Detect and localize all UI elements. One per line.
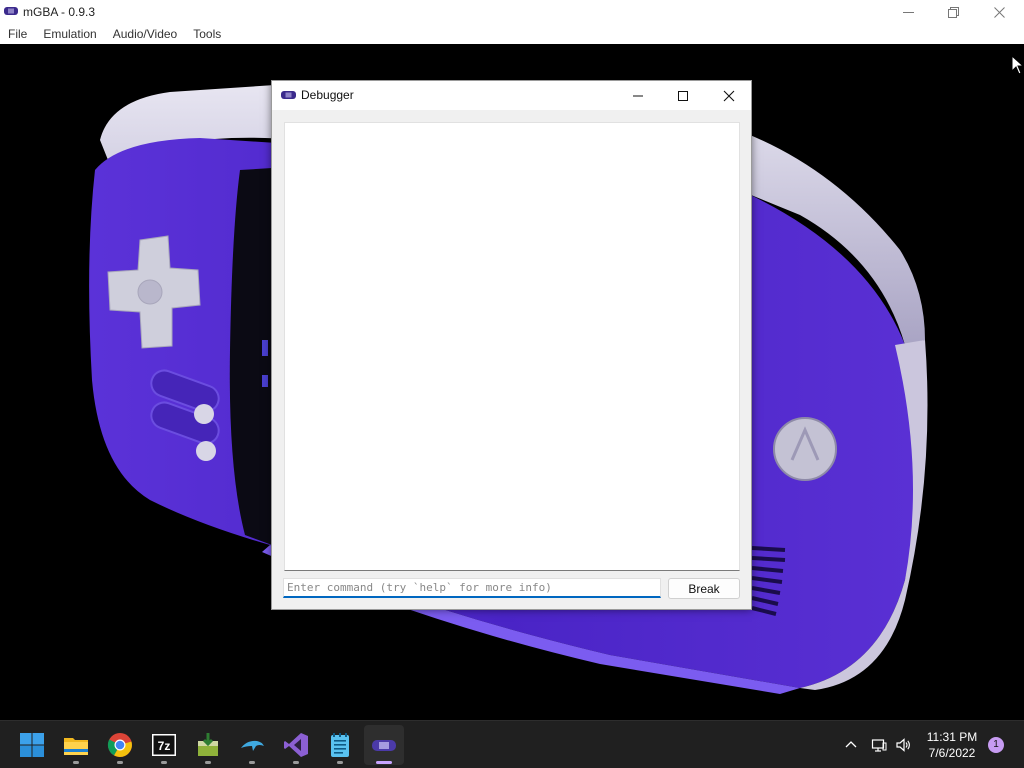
installer-icon [198, 733, 218, 756]
running-indicator [293, 761, 299, 764]
notification-badge[interactable]: 1 [988, 737, 1004, 753]
taskbar-dolphin[interactable] [232, 725, 272, 765]
taskbar-installer[interactable] [188, 725, 228, 765]
debugger-command-input[interactable] [283, 578, 661, 598]
7zip-icon: 7z [152, 734, 176, 756]
minimize-icon [633, 95, 643, 96]
taskbar-visual-studio[interactable] [276, 725, 316, 765]
minimize-icon [902, 11, 914, 13]
close-icon [993, 6, 1005, 18]
show-hidden-icons-button[interactable] [841, 735, 861, 755]
restore-button[interactable] [930, 0, 976, 24]
volume-button[interactable] [893, 735, 913, 755]
svg-text:7z: 7z [158, 739, 171, 753]
close-button[interactable] [976, 0, 1022, 24]
mouse-cursor-icon [1011, 55, 1024, 75]
active-indicator [376, 761, 392, 764]
debugger-window: Debugger Break [271, 80, 752, 610]
taskbar-chrome[interactable] [100, 725, 140, 765]
debugger-titlebar[interactable]: Debugger [272, 81, 751, 110]
chrome-icon [107, 733, 132, 757]
debugger-close-button[interactable] [706, 81, 752, 110]
network-status-button[interactable] [869, 735, 889, 755]
volume-icon [896, 738, 910, 752]
running-indicator [161, 761, 167, 764]
debugger-title: Debugger [301, 88, 354, 102]
menu-emulation[interactable]: Emulation [35, 24, 104, 44]
start-icon [20, 733, 44, 757]
debugger-log-output[interactable] [284, 122, 740, 571]
running-indicator [249, 761, 255, 764]
chevron-up-icon [845, 741, 857, 748]
running-indicator [337, 761, 343, 764]
maximize-icon [678, 90, 688, 101]
running-indicator [205, 761, 211, 764]
notepad-icon [331, 733, 349, 757]
clock-date: 7/6/2022 [928, 746, 976, 760]
menu-tools[interactable]: Tools [185, 24, 229, 44]
taskbar-mgba[interactable] [364, 725, 404, 765]
menu-file[interactable]: File [0, 24, 35, 44]
debugger-maximize-button[interactable] [660, 81, 706, 110]
file-explorer-icon [64, 738, 88, 755]
taskbar-notepad[interactable] [320, 725, 360, 765]
running-indicator [117, 761, 123, 764]
taskbar-7zip[interactable]: 7z [144, 725, 184, 765]
clock-time: 11:31 PM [926, 730, 978, 744]
visual-studio-icon [284, 733, 308, 757]
network-icon [871, 739, 887, 752]
mgba-app-icon [281, 91, 296, 99]
taskbar-file-explorer[interactable] [56, 725, 96, 765]
menu-audio-video[interactable]: Audio/Video [105, 24, 186, 44]
taskbar: 7z 11:31 PM 7/6/2022 1 [0, 720, 1024, 768]
start-button[interactable] [12, 725, 52, 765]
app-titlebar[interactable]: mGBA - 0.9.3 [0, 0, 1024, 24]
debugger-minimize-button[interactable] [615, 81, 661, 110]
app-title: mGBA - 0.9.3 [23, 5, 96, 19]
running-indicator [73, 761, 79, 764]
dolphin-icon [241, 740, 264, 751]
minimize-button[interactable] [885, 0, 931, 24]
close-icon [723, 90, 735, 101]
taskbar-clock[interactable]: 11:31 PM 7/6/2022 [920, 729, 984, 761]
break-button[interactable]: Break [668, 578, 740, 599]
restore-icon [947, 6, 959, 18]
mgba-icon [372, 740, 396, 751]
menu-bar: File Emulation Audio/Video Tools [0, 24, 1024, 44]
mgba-app-icon [4, 7, 18, 15]
